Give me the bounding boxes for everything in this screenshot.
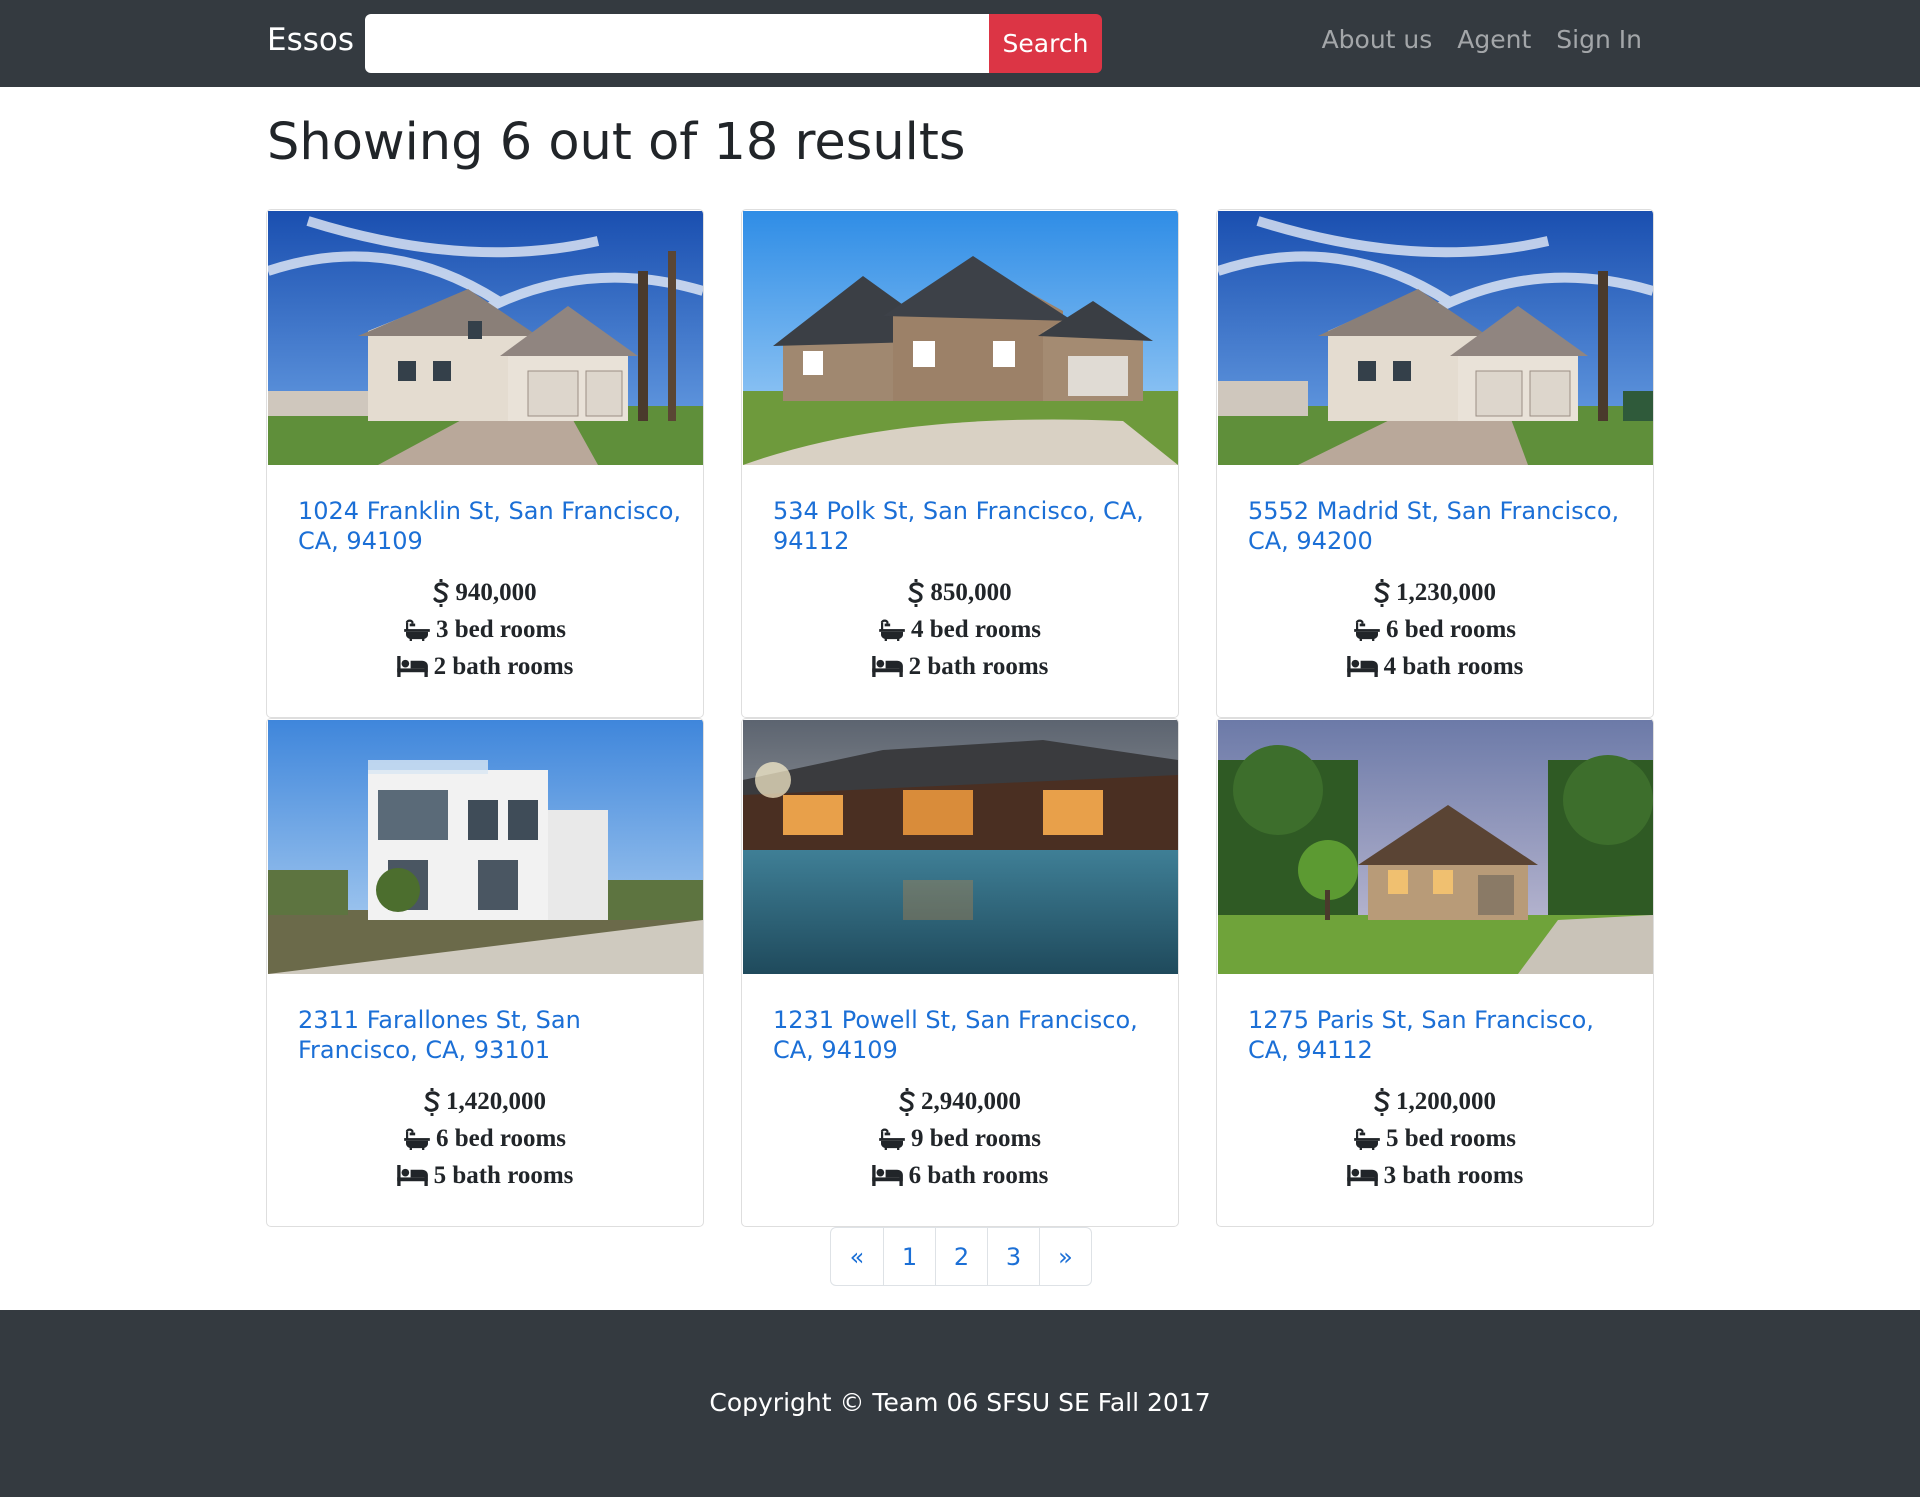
listing-baths-value: 2 bath rooms: [908, 653, 1049, 680]
listing-address-link[interactable]: 5552 Madrid St, San Francisco, CA, 94200: [1248, 496, 1638, 556]
bathtub-icon: [404, 1128, 430, 1150]
nav-sign-in[interactable]: Sign In: [1556, 25, 1642, 54]
listing-baths: 5 bath rooms: [267, 1157, 703, 1194]
listing-price: 1,230,000: [1217, 574, 1653, 611]
search-input[interactable]: [365, 14, 990, 73]
listing-info: 940,000 3 bed rooms 2 bath rooms: [267, 574, 703, 685]
listing-card: 5552 Madrid St, San Francisco, CA, 94200…: [1216, 209, 1654, 718]
listing-photo[interactable]: [743, 720, 1178, 974]
listing-price: 1,200,000: [1217, 1083, 1653, 1120]
listing-beds: 9 bed rooms: [742, 1120, 1178, 1157]
listing-beds: 6 bed rooms: [1217, 611, 1653, 648]
listing-beds: 6 bed rooms: [267, 1120, 703, 1157]
listing-photo[interactable]: [268, 720, 703, 974]
listing-address-link[interactable]: 1275 Paris St, San Francisco, CA, 94112: [1248, 1005, 1638, 1065]
listing-address-link[interactable]: 1024 Franklin St, San Francisco, CA, 941…: [298, 496, 688, 556]
listing-beds: 4 bed rooms: [742, 611, 1178, 648]
bed-icon: [1347, 656, 1378, 677]
nav-about-us[interactable]: About us: [1322, 25, 1433, 54]
listing-info: 1,230,000 6 bed rooms 4 bath rooms: [1217, 574, 1653, 685]
listing-info: 2,940,000 9 bed rooms 6 bath rooms: [742, 1083, 1178, 1194]
listing-baths-value: 3 bath rooms: [1383, 1162, 1524, 1189]
listing-card: 2311 Farallones St, San Francisco, CA, 9…: [266, 718, 704, 1227]
listing-price-value: 850,000: [930, 579, 1012, 606]
bathtub-icon: [404, 619, 430, 641]
bed-icon: [872, 656, 903, 677]
listing-price-value: 2,940,000: [921, 1088, 1021, 1115]
listing-info: 1,200,000 5 bed rooms 3 bath rooms: [1217, 1083, 1653, 1194]
listing-baths: 2 bath rooms: [742, 648, 1178, 685]
listing-baths: 2 bath rooms: [267, 648, 703, 685]
dollar-icon: [433, 579, 449, 607]
listing-beds-value: 5 bed rooms: [1385, 1125, 1517, 1152]
dollar-icon: [1374, 1088, 1390, 1116]
page-2-button[interactable]: 2: [935, 1228, 987, 1285]
listing-beds: 5 bed rooms: [1217, 1120, 1653, 1157]
listing-price-value: 1,200,000: [1396, 1088, 1496, 1115]
listing-baths-value: 5 bath rooms: [433, 1162, 574, 1189]
bathtub-icon: [1354, 619, 1380, 641]
listing-info: 1,420,000 6 bed rooms 5 bath rooms: [267, 1083, 703, 1194]
navbar: Essos Search About us Agent Sign In: [0, 0, 1920, 87]
footer: Copyright © Team 06 SFSU SE Fall 2017: [0, 1310, 1920, 1497]
listing-baths-value: 6 bath rooms: [908, 1162, 1049, 1189]
dollar-icon: [899, 1088, 915, 1116]
dollar-icon: [1374, 579, 1390, 607]
listing-price-value: 1,230,000: [1396, 579, 1496, 606]
bathtub-icon: [879, 619, 905, 641]
bathtub-icon: [879, 1128, 905, 1150]
listing-price: 850,000: [742, 574, 1178, 611]
listing-photo[interactable]: [1218, 211, 1653, 465]
dollar-icon: [908, 579, 924, 607]
page-next-button[interactable]: »: [1039, 1228, 1091, 1285]
listing-card: 534 Polk St, San Francisco, CA, 94112 85…: [741, 209, 1179, 718]
listing-info: 850,000 4 bed rooms 2 bath rooms: [742, 574, 1178, 685]
listing-beds-value: 6 bed rooms: [435, 1125, 567, 1152]
nav-links: About us Agent Sign In: [1322, 25, 1642, 54]
bathtub-icon: [1354, 1128, 1380, 1150]
listing-address-link[interactable]: 2311 Farallones St, San Francisco, CA, 9…: [298, 1005, 688, 1065]
pagination: « 1 2 3 »: [830, 1227, 1092, 1286]
listing-beds-value: 4 bed rooms: [910, 616, 1042, 643]
listing-card: 1024 Franklin St, San Francisco, CA, 941…: [266, 209, 704, 718]
listing-price-value: 940,000: [455, 579, 537, 606]
listing-photo[interactable]: [743, 211, 1178, 465]
listing-beds-value: 6 bed rooms: [1385, 616, 1517, 643]
listing-baths: 3 bath rooms: [1217, 1157, 1653, 1194]
listing-price: 2,940,000: [742, 1083, 1178, 1120]
listing-price: 1,420,000: [267, 1083, 703, 1120]
listing-baths: 6 bath rooms: [742, 1157, 1178, 1194]
dollar-icon: [424, 1088, 440, 1116]
bed-icon: [872, 1165, 903, 1186]
listing-beds-value: 9 bed rooms: [910, 1125, 1042, 1152]
search-button[interactable]: Search: [989, 14, 1102, 73]
listing-baths: 4 bath rooms: [1217, 648, 1653, 685]
listing-price: 940,000: [267, 574, 703, 611]
bed-icon: [1347, 1165, 1378, 1186]
listing-baths-value: 2 bath rooms: [433, 653, 574, 680]
listing-beds: 3 bed rooms: [267, 611, 703, 648]
listing-photo[interactable]: [268, 211, 703, 465]
listing-price-value: 1,420,000: [446, 1088, 546, 1115]
page-1-button[interactable]: 1: [883, 1228, 935, 1285]
copyright-text: Copyright © Team 06 SFSU SE Fall 2017: [709, 1388, 1211, 1417]
bed-icon: [397, 656, 428, 677]
listing-card: 1275 Paris St, San Francisco, CA, 94112 …: [1216, 718, 1654, 1227]
page-prev-button[interactable]: «: [831, 1228, 883, 1285]
nav-agent[interactable]: Agent: [1457, 25, 1531, 54]
listing-beds-value: 3 bed rooms: [435, 616, 567, 643]
results-heading: Showing 6 out of 18 results: [267, 113, 966, 172]
listing-address-link[interactable]: 1231 Powell St, San Francisco, CA, 94109: [773, 1005, 1163, 1065]
listing-card: 1231 Powell St, San Francisco, CA, 94109…: [741, 718, 1179, 1227]
page-3-button[interactable]: 3: [987, 1228, 1039, 1285]
listing-photo[interactable]: [1218, 720, 1653, 974]
bed-icon: [397, 1165, 428, 1186]
listing-address-link[interactable]: 534 Polk St, San Francisco, CA, 94112: [773, 496, 1163, 556]
listing-baths-value: 4 bath rooms: [1383, 653, 1524, 680]
brand-logo[interactable]: Essos: [267, 22, 354, 58]
